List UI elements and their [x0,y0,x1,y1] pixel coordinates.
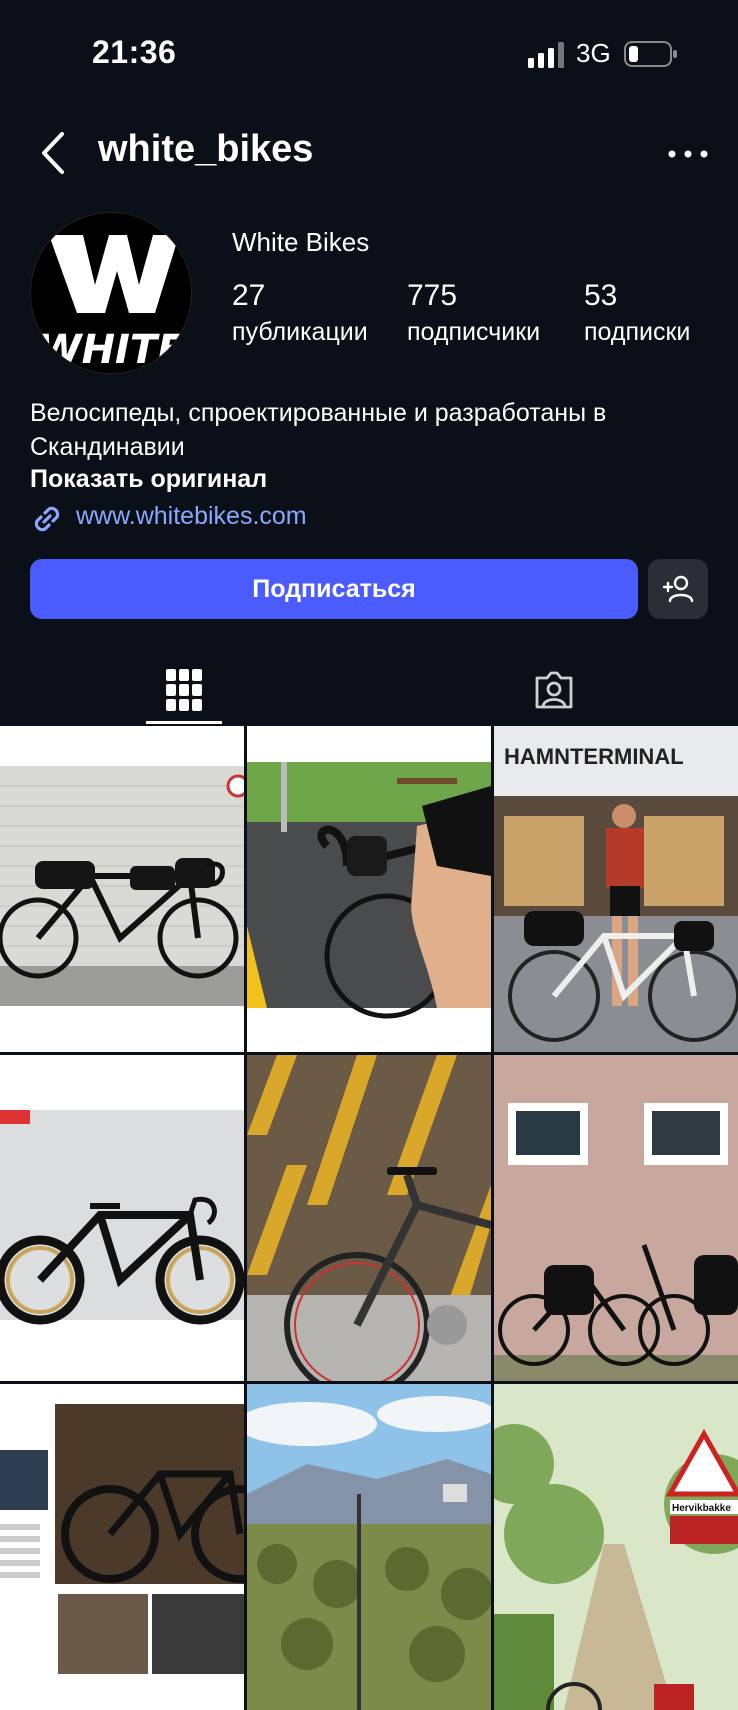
post-tile-4[interactable] [0,1055,244,1381]
post-image-9: Hervikbakke [494,1384,738,1710]
more-options-icon[interactable] [666,148,710,160]
tab-tagged[interactable] [516,655,592,725]
tab-posts-grid[interactable] [146,655,222,725]
signal-icon [528,42,564,68]
post-tile-6[interactable] [494,1055,738,1381]
stat-posts-count[interactable]: 27 [232,279,265,313]
tagged-person-icon [535,671,573,709]
follow-button[interactable]: Подписаться [30,559,638,619]
post-image-5 [247,1055,491,1381]
post-tile-7[interactable] [0,1384,244,1710]
avatar[interactable]: WHITE [30,212,192,374]
stat-followers-count[interactable]: 775 [407,279,457,313]
add-person-icon [662,575,694,603]
svg-text:WHITE: WHITE [37,327,184,373]
post-image-8 [247,1384,491,1710]
profile-username: white_bikes [98,128,314,170]
post-tile-3[interactable]: HAMNTERMINAL [494,726,738,1052]
active-tab-indicator [146,721,222,724]
post-tile-2[interactable] [247,726,491,1052]
suggested-users-button[interactable] [648,559,708,619]
stat-posts-label[interactable]: публикации [232,318,368,347]
stat-followers-label[interactable]: подписчики [407,318,540,347]
post-image-4 [0,1055,244,1381]
network-type: 3G [576,38,611,68]
link-icon [34,506,60,532]
back-arrow-icon[interactable] [38,130,68,176]
post-image-7 [0,1384,244,1710]
post-tile-1[interactable] [0,726,244,1052]
grid-icon [166,669,202,711]
stat-following-count[interactable]: 53 [584,279,617,313]
post-image-2 [247,726,491,1052]
show-original-link[interactable]: Показать оригинал [30,465,267,494]
post-tile-9[interactable]: Hervikbakke [494,1384,738,1710]
status-time: 21:36 [92,34,177,70]
website-link[interactable]: www.whitebikes.com [76,502,307,531]
stat-following-label[interactable]: подписки [584,318,690,347]
white-logo-icon: WHITE [31,213,191,373]
post-tile-8[interactable] [247,1384,491,1710]
post-image-1 [0,726,244,1052]
post-image-3: HAMNTERMINAL [494,726,738,1052]
post-image-6 [494,1055,738,1381]
display-name: White Bikes [232,227,370,257]
posts-grid: HAMNTERMINAL Hervikbakke [0,726,738,1710]
battery-icon [624,41,677,67]
road-sign-text: Hervikbakke [672,1503,731,1514]
profile-bio: Велосипеды, спроектированные и разработа… [30,399,607,461]
hamnterminal-sign: HAMNTERMINAL [504,744,684,769]
post-tile-5[interactable] [247,1055,491,1381]
